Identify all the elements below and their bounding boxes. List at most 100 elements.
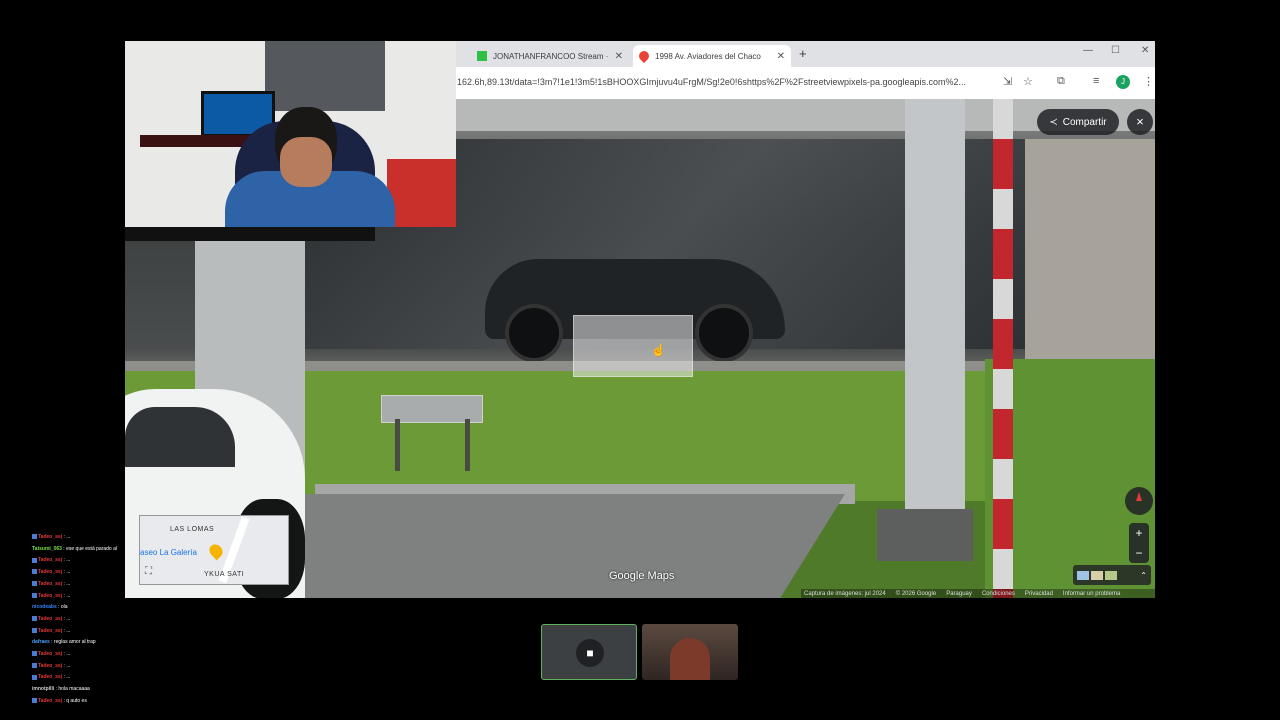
- maps-footer: Captura de imágenes: jul 2024 © 2026 Goo…: [801, 589, 1155, 598]
- chat-text: : ...: [62, 662, 71, 669]
- chat-message: Tadeo_ssj : ...: [32, 532, 182, 544]
- minimap-area-label: YKUA SATI: [204, 571, 245, 578]
- chat-username[interactable]: Tadeo_ssj: [38, 534, 62, 540]
- video-camera-icon[interactable]: ■: [576, 639, 604, 667]
- chat-username[interactable]: Tadeo_ssj: [38, 698, 62, 704]
- pillar-base: [877, 509, 973, 561]
- chat-username[interactable]: Tadeo_ssj: [38, 616, 62, 622]
- chat-text: : ...: [62, 592, 71, 599]
- privacy-link[interactable]: Privacidad: [1025, 591, 1053, 597]
- terms-link[interactable]: Condiciones: [982, 591, 1015, 597]
- twitch-icon: [477, 51, 487, 61]
- layers-control[interactable]: ⌃: [1073, 565, 1151, 585]
- chat-username[interactable]: Tadeo_ssj: [38, 581, 62, 587]
- share-button[interactable]: ≺ Compartir: [1037, 109, 1119, 135]
- google-maps-logo: Google Maps: [609, 570, 675, 582]
- chat-message: Tadeo_ssj : ...: [32, 579, 182, 591]
- subscriber-badge-icon: [32, 592, 37, 598]
- chat-username[interactable]: nicodeabs: [32, 604, 57, 610]
- chat-username[interactable]: Tadeo_ssj: [38, 674, 62, 680]
- pegman-icon[interactable]: [206, 541, 226, 561]
- chat-text: : ...: [62, 557, 71, 564]
- car-wheel: [695, 304, 753, 362]
- subscriber-badge-icon: [32, 627, 37, 633]
- sign-post: [395, 419, 400, 471]
- chat-message: Tadeo_ssj : ...: [32, 567, 182, 579]
- chat-username[interactable]: Tadeo_ssj: [38, 569, 62, 575]
- url-text[interactable]: 162.6h,89.13t/data=!3m7!1e1!3m5!1sBHOOXG…: [457, 77, 997, 87]
- tab-google-maps[interactable]: 1998 Av. Aviadores del Chaco ✕: [633, 45, 791, 67]
- profile-avatar[interactable]: J: [1116, 75, 1130, 89]
- concrete-pillar-right: [905, 99, 965, 529]
- wall-panel: [265, 41, 385, 111]
- subscriber-badge-icon: [32, 534, 37, 540]
- share-icon: ≺: [1049, 116, 1058, 128]
- chat-text: : ola: [56, 604, 68, 611]
- expand-chevron-icon[interactable]: ⌃: [1140, 571, 1147, 580]
- compass-icon[interactable]: [1125, 487, 1153, 515]
- chat-text: : ese que está parado al: [61, 545, 117, 552]
- participant-figure: [670, 638, 710, 680]
- car-wheel: [505, 304, 563, 362]
- zoom-control: + −: [1129, 523, 1149, 563]
- tab-twitch-stream[interactable]: JONATHANFRANCOO Stream · ✕: [471, 45, 629, 67]
- new-tab-button[interactable]: +: [799, 46, 807, 61]
- browser-menu-icon[interactable]: ⋮: [1143, 75, 1154, 88]
- chat-message: Tadeo_ssj : ...: [32, 672, 182, 684]
- region-link[interactable]: Paraguay: [946, 591, 972, 597]
- chat-text: : reglas amor al trap: [49, 639, 96, 646]
- close-tab-icon[interactable]: ✕: [615, 51, 623, 62]
- chat-username[interactable]: dafraes: [32, 639, 50, 645]
- install-app-icon[interactable]: ⇲: [1003, 75, 1012, 88]
- chat-text: : q auto es: [62, 697, 87, 704]
- imagery-thumb[interactable]: [1105, 570, 1117, 580]
- imagery-thumb[interactable]: [1077, 570, 1089, 580]
- maps-pin-icon: [636, 48, 652, 64]
- participant-video-tile[interactable]: [642, 624, 738, 680]
- pointer-cursor-icon: ☝: [651, 343, 666, 357]
- building-wall: [1025, 139, 1155, 369]
- chat-username[interactable]: Tadeo_ssj: [38, 651, 62, 657]
- chat-username[interactable]: Tadeo_ssj: [38, 557, 62, 563]
- chat-text: : ...: [62, 580, 71, 587]
- chat-message: Tadeo_ssj : ...: [32, 614, 182, 626]
- chat-text: : ...: [62, 627, 71, 634]
- minimize-icon[interactable]: —: [1083, 45, 1093, 56]
- subscriber-badge-icon: [32, 651, 37, 657]
- chat-message: nicodeabs : ola: [32, 602, 182, 614]
- chat-username[interactable]: Tadeo_ssj: [38, 663, 62, 669]
- driveway-ramp: [305, 494, 845, 598]
- extensions-icon[interactable]: ⧉: [1057, 75, 1065, 88]
- chat-username[interactable]: Tadeo_ssj: [38, 628, 62, 634]
- zoom-out-button[interactable]: −: [1129, 543, 1149, 563]
- window-close-icon[interactable]: ✕: [1141, 45, 1149, 56]
- subscriber-badge-icon: [32, 557, 37, 563]
- chat-text: : ...: [62, 674, 71, 681]
- streamer-face: [280, 137, 332, 187]
- close-street-view-button[interactable]: ×: [1127, 109, 1153, 135]
- chat-username[interactable]: Tadeo_ssj: [38, 593, 62, 599]
- chat-message: dafraes : reglas amor al trap: [32, 637, 182, 649]
- streamer-webcam: [125, 41, 456, 227]
- imagery-thumb[interactable]: [1091, 570, 1103, 580]
- chat-text: : ...: [62, 534, 71, 540]
- media-control-icon[interactable]: ≡: [1093, 75, 1099, 87]
- camera-tile[interactable]: ■: [541, 624, 637, 680]
- chat-text: : ...: [62, 651, 71, 658]
- subscriber-badge-icon: [32, 580, 37, 586]
- close-tab-icon[interactable]: ✕: [777, 51, 785, 62]
- hover-highlight[interactable]: [573, 315, 693, 377]
- webcam-shadow: [125, 227, 375, 241]
- car-window: [125, 407, 235, 467]
- report-problem-link[interactable]: Informar un problema: [1063, 591, 1120, 597]
- chat-username[interactable]: imnotpilli: [32, 686, 54, 692]
- zoom-in-button[interactable]: +: [1129, 523, 1149, 543]
- bookmark-star-icon[interactable]: ☆: [1023, 75, 1033, 88]
- maximize-icon[interactable]: ☐: [1111, 45, 1120, 56]
- chat-message: Tadeo_ssj : ...: [32, 626, 182, 638]
- chat-username[interactable]: Tatsumi_063: [32, 546, 62, 552]
- chat-message: Tadeo_ssj : ...: [32, 649, 182, 661]
- tab-label: 1998 Av. Aviadores del Chaco: [655, 51, 761, 61]
- share-label: Compartir: [1062, 116, 1107, 128]
- chat-message: Tatsumi_063 : ese que está parado al: [32, 544, 182, 556]
